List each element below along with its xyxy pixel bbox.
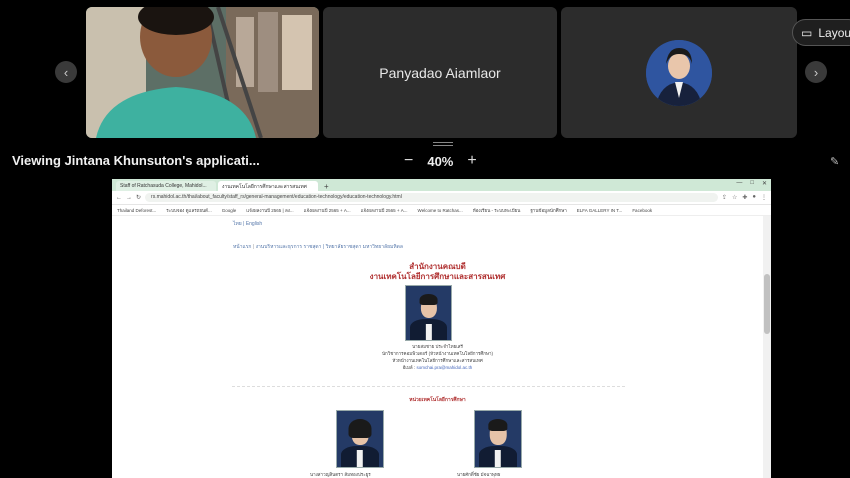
zoom-in-button[interactable]: + xyxy=(467,152,476,170)
bookmarks-bar: Thailand Deforest... ระบบจอง ดูแลรถยนต์.… xyxy=(112,205,771,216)
profile-icon[interactable]: ● xyxy=(752,194,756,201)
resize-handle[interactable] xyxy=(433,142,453,146)
email-label: อีเมล์ : xyxy=(402,365,416,370)
next-participants-button[interactable]: › xyxy=(805,61,827,83)
zoom-level: 40% xyxy=(427,153,454,169)
web-page: ไทย | English หน้าแรก | งานบริหารและธุรก… xyxy=(112,216,763,478)
head-staff-name: นายสมชาย ประจำไทยเสรี xyxy=(412,344,463,349)
section-title: หน่วยเทคโนโลยีการศึกษา xyxy=(409,397,466,403)
chevron-left-icon: ‹ xyxy=(63,64,69,80)
breadcrumb-home[interactable]: หน้าแรก xyxy=(233,244,251,250)
layout-icon: ▭ xyxy=(801,25,813,40)
minimize-icon[interactable]: — xyxy=(736,180,742,187)
language-switch[interactable]: ไทย | English xyxy=(233,220,262,228)
browser-tab[interactable]: Staff of Ratchasuda College, Mahidol... xyxy=(116,181,216,191)
bookmark-item[interactable]: แจ้งผลงานปี 2565 + A... xyxy=(304,207,351,214)
scrollbar-thumb[interactable] xyxy=(764,274,770,334)
bookmark-item[interactable]: Facebook xyxy=(632,208,652,213)
participant-name: Panyadao Aiamlaor xyxy=(379,64,501,81)
bookmark-item[interactable]: ฐานข้อมูลนักศึกษา xyxy=(530,207,566,214)
bookmark-item[interactable]: ระบบจอง ดูแลรถยนต์... xyxy=(166,207,211,214)
menu-icon[interactable]: ⋮ xyxy=(761,194,767,201)
browser-tab-strip: Staff of Ratchasuda College, Mahidol... … xyxy=(112,179,771,191)
breadcrumb: หน้าแรก | งานบริหารและธุรการ ราชสุดา | ว… xyxy=(233,243,403,251)
staff-photo xyxy=(336,410,384,468)
url-field[interactable]: rs.mahidol.ac.th/thai/about_faculty/staf… xyxy=(145,193,718,202)
zoom-controls: − 40% + xyxy=(404,152,477,170)
browser-tab-active[interactable]: งานเทคโนโลยีการศึกษาและสารสนเทศ xyxy=(218,181,318,191)
staff-name: นางสาวญสินตรา ส้มทองประยูร xyxy=(310,472,371,477)
reload-icon[interactable]: ↻ xyxy=(136,194,141,201)
bookmark-item[interactable]: Google xyxy=(222,208,237,213)
bookmark-item[interactable]: แจ้งผลงานปี 2565 + A... xyxy=(361,207,408,214)
head-staff-photo xyxy=(405,285,452,341)
extensions-icon[interactable]: ✚ xyxy=(742,194,747,201)
previous-participants-button[interactable]: ‹ xyxy=(55,61,77,83)
annotate-icon[interactable]: ✎ xyxy=(830,155,842,168)
email-link[interactable]: somchai.pra@mahidol.ac.th xyxy=(416,365,472,370)
section-divider xyxy=(232,386,625,387)
viewing-label: Viewing Jintana Khunsuton's applicati... xyxy=(12,153,260,168)
address-bar: ← → ↻ rs.mahidol.ac.th/thai/about_facult… xyxy=(112,191,771,205)
new-tab-icon[interactable]: + xyxy=(324,182,329,191)
layout-label: Layout xyxy=(818,25,850,40)
breadcrumb-separator: | xyxy=(252,244,255,250)
page-scrollbar[interactable] xyxy=(763,216,771,478)
head-staff-position: นักวิชาการคอมพิวเตอร์ (หัวหน้างานเทคโนโล… xyxy=(381,351,493,356)
head-staff-role: หัวหน้างานเทคโนโลยีการศึกษาและสารสนเทศ xyxy=(392,358,483,363)
share-icon[interactable]: ⇪ xyxy=(722,194,727,201)
maximize-icon[interactable]: □ xyxy=(750,180,754,187)
chevron-right-icon: › xyxy=(813,64,819,80)
avatar xyxy=(646,39,712,106)
page-subtitle: งานเทคโนโลยีการศึกษาและสารสนเทศ xyxy=(369,272,506,281)
share-toolbar: Viewing Jintana Khunsuton's applicati...… xyxy=(0,150,850,174)
participant-name-tile[interactable]: Panyadao Aiamlaor xyxy=(323,7,557,138)
bookmark-item[interactable]: ห้องเรียน - ระบบทะเบียน xyxy=(473,207,521,214)
window-controls: — □ ✕ xyxy=(736,180,767,187)
participant-avatar-tile[interactable] xyxy=(561,7,797,138)
head-staff-email-row: อีเมล์ : somchai.pra@mahidol.ac.th xyxy=(112,364,763,371)
bookmark-item[interactable]: Welcome to Ratchas... xyxy=(418,208,463,213)
zoom-out-button[interactable]: − xyxy=(404,152,413,170)
breadcrumb-path[interactable]: งานบริหารและธุรการ ราชสุดา | วิทยาลัยราช… xyxy=(256,244,403,250)
participant-video-tile[interactable] xyxy=(86,7,319,138)
star-icon[interactable]: ☆ xyxy=(732,194,737,201)
bookmark-item[interactable]: Thailand Deforest... xyxy=(117,208,156,213)
meeting-stage: ‹ Panyadao Aiamlaor › ▭ Layou Viewing Ji… xyxy=(0,0,850,478)
bookmark-item[interactable]: แจ้งผลงานปี 2565 | ลง... xyxy=(246,207,293,214)
participant-video-frame xyxy=(86,7,319,138)
staff-photo xyxy=(474,410,522,468)
close-icon[interactable]: ✕ xyxy=(762,180,767,187)
shared-screen-browser: Staff of Ratchasuda College, Mahidol... … xyxy=(112,179,771,478)
layout-button[interactable]: ▭ Layout xyxy=(792,19,850,46)
back-icon[interactable]: ← xyxy=(116,195,122,201)
bookmark-item[interactable]: ELFA GALLERY IN T... xyxy=(577,208,623,213)
forward-icon[interactable]: → xyxy=(126,195,132,201)
address-bar-icons: ⇪ ☆ ✚ ● ⋮ xyxy=(722,194,767,201)
staff-name: นายศักดิ์ชัย มัจฉาพุทธ xyxy=(457,472,501,477)
